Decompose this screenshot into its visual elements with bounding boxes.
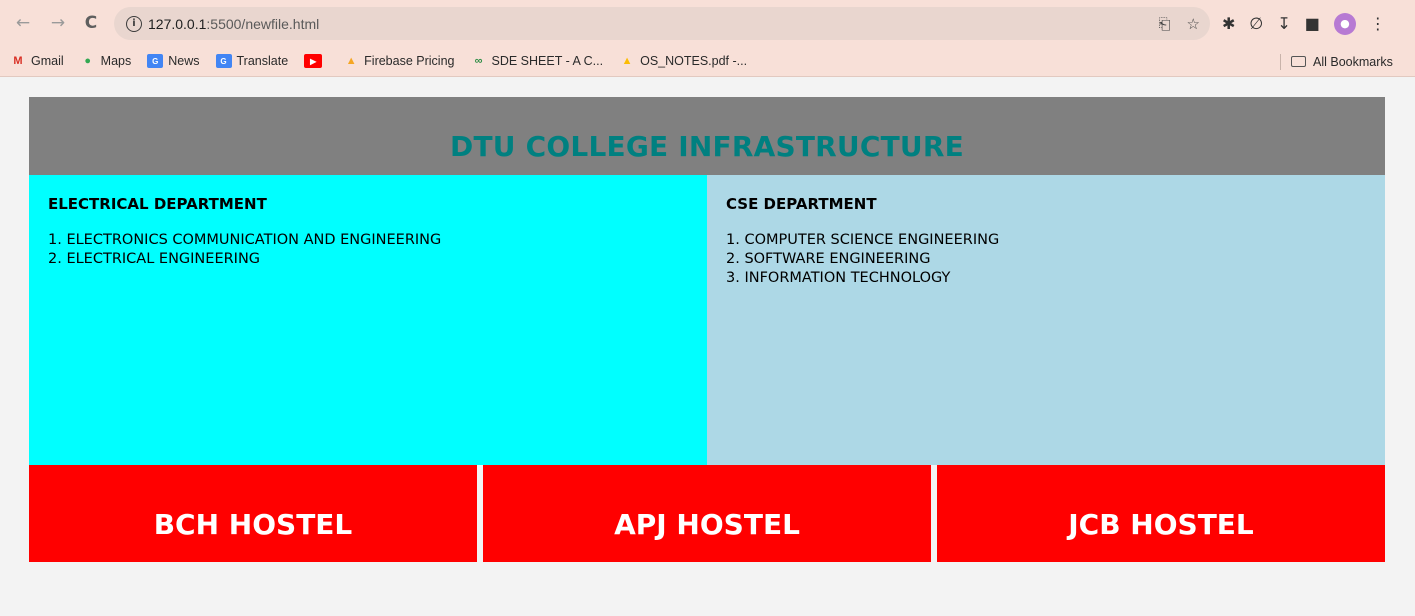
youtube-icon: ▶ — [304, 54, 323, 68]
hostel-bch: BCH HOSTEL — [29, 465, 477, 562]
site-info-icon[interactable]: i — [126, 15, 142, 32]
extensions-icon[interactable]: ✱ — [1222, 14, 1235, 33]
share-icon[interactable]: ⎗ — [1159, 15, 1171, 33]
firebase-icon: ▲ — [345, 55, 357, 67]
cse-department-panel: CSE DEPARTMENT 1. COMPUTER SCIENCE ENGIN… — [707, 175, 1385, 465]
bookmark-translate[interactable]: G Translate — [215, 54, 288, 68]
departments-section: ELECTRICAL DEPARTMENT 1. ELECTRONICS COM… — [29, 175, 1385, 465]
electrical-department-list: 1. ELECTRONICS COMMUNICATION AND ENGINEE… — [48, 231, 688, 269]
all-bookmarks-button[interactable]: All Bookmarks — [1291, 46, 1393, 77]
page-title: DTU COLLEGE INFRASTRUCTURE — [450, 130, 964, 163]
extension-icon[interactable]: ∅ — [1249, 14, 1263, 33]
menu-kebab-icon[interactable]: ⋮ — [1370, 14, 1386, 33]
side-panel-icon[interactable]: ■ — [1305, 14, 1320, 33]
hostel-jcb: JCB HOSTEL — [937, 465, 1385, 562]
bookmark-maps[interactable]: ● Maps — [80, 54, 131, 68]
profile-avatar[interactable]: ● — [1333, 12, 1356, 35]
folder-icon — [1291, 56, 1306, 67]
hostels-section: BCH HOSTEL APJ HOSTEL JCB HOSTEL — [29, 465, 1385, 562]
reload-icon[interactable]: C — [80, 12, 102, 34]
cse-department-list: 1. COMPUTER SCIENCE ENGINEERING 2. SOFTW… — [726, 231, 1366, 288]
list-item: 2. ELECTRICAL ENGINEERING — [48, 251, 261, 267]
bookmark-gmail[interactable]: M Gmail — [10, 54, 63, 68]
page-header: DTU COLLEGE INFRASTRUCTURE — [29, 97, 1385, 175]
url-text[interactable]: 127.0.0.1:5500/newfile.html — [148, 16, 319, 32]
hostel-apj: APJ HOSTEL — [483, 465, 931, 562]
back-icon[interactable]: ← — [12, 12, 34, 34]
gfg-icon: ∞ — [474, 55, 483, 67]
electrical-department-panel: ELECTRICAL DEPARTMENT 1. ELECTRONICS COM… — [29, 175, 707, 465]
page-content: DTU COLLEGE INFRASTRUCTURE ELECTRICAL DE… — [29, 97, 1385, 562]
bookmark-news[interactable]: G News — [147, 54, 200, 68]
electrical-department-heading: ELECTRICAL DEPARTMENT — [48, 195, 267, 213]
list-item: 1. ELECTRONICS COMMUNICATION AND ENGINEE… — [48, 232, 442, 248]
address-bar[interactable]: i 127.0.0.1:5500/newfile.html ⎗ ☆ — [114, 7, 1210, 40]
bookmark-youtube[interactable]: ▶ — [304, 54, 327, 68]
download-icon[interactable]: ↧ — [1277, 14, 1290, 33]
bookmark-star-icon[interactable]: ☆ — [1187, 15, 1200, 33]
list-item: 1. COMPUTER SCIENCE ENGINEERING — [726, 232, 1000, 248]
bookmark-sde-sheet[interactable]: ∞ SDE SHEET - A C... — [470, 54, 604, 68]
drive-icon: ▲ — [621, 55, 633, 67]
maps-icon: ● — [84, 55, 91, 67]
bookmark-os-notes[interactable]: ▲ OS_NOTES.pdf -... — [619, 54, 747, 68]
translate-icon: G — [215, 54, 232, 68]
cse-department-heading: CSE DEPARTMENT — [726, 195, 877, 213]
list-item: 3. INFORMATION TECHNOLOGY — [726, 270, 951, 286]
gmail-icon: M — [13, 55, 23, 67]
list-item: 2. SOFTWARE ENGINEERING — [726, 251, 931, 267]
bookmarks-bar: M Gmail ● Maps G News G Translate ▶ ▲ Fi… — [0, 46, 1415, 77]
bookmarks-divider — [1280, 54, 1281, 70]
browser-toolbar: ← → C i 127.0.0.1:5500/newfile.html ⎗ ☆ … — [0, 0, 1415, 46]
bookmark-firebase[interactable]: ▲ Firebase Pricing — [343, 54, 455, 68]
forward-icon[interactable]: → — [47, 12, 69, 34]
news-icon: G — [147, 54, 164, 68]
